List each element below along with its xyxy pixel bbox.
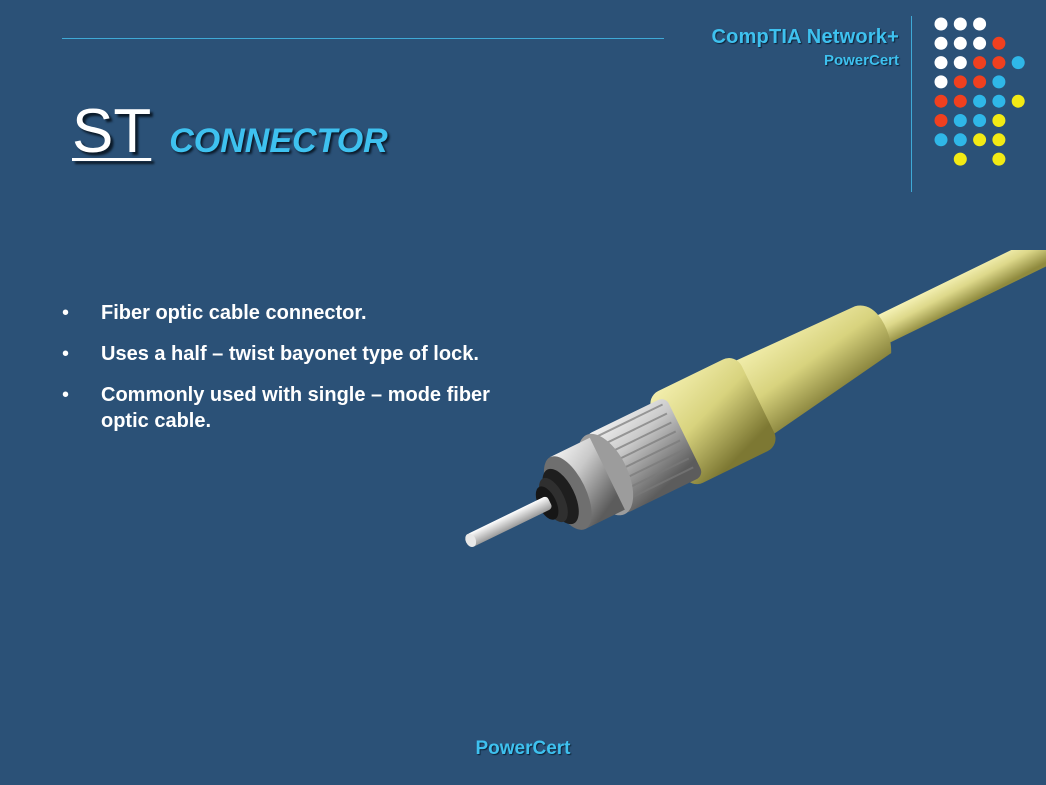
dot-yellow (992, 152, 1006, 166)
dot-white (934, 17, 948, 31)
dot-blue (992, 75, 1006, 89)
dot-red (973, 56, 987, 70)
header-divider (911, 16, 912, 192)
dot-white (973, 17, 987, 31)
title-sub: CONNECTOR (169, 122, 388, 160)
dot-blue (1011, 56, 1025, 70)
dot-white (973, 36, 987, 50)
dot-blue (973, 114, 987, 127)
dot-yellow (992, 133, 1006, 147)
dot-red (992, 56, 1006, 70)
dot-red (973, 75, 987, 89)
brand-subtitle: PowerCert (823, 52, 899, 69)
dot-white (934, 36, 948, 50)
dot-red (953, 75, 967, 89)
brand-title: CompTIA Network+ (711, 26, 899, 48)
title-main: ST (72, 97, 152, 166)
dot-red (934, 114, 948, 127)
dot-blue (934, 133, 948, 147)
dot-blue (992, 94, 1006, 108)
dot-white (953, 17, 967, 31)
dot-red (992, 36, 1006, 50)
slide-title: ST CONNECTOR (72, 96, 388, 167)
dot-yellow (953, 152, 967, 166)
st-connector-illustration (465, 250, 1046, 548)
dot-blue (953, 114, 967, 127)
dot-yellow (1011, 94, 1025, 108)
dot-white (953, 56, 967, 70)
dot-blue (973, 94, 987, 108)
dot-white (934, 56, 948, 70)
dot-blue (953, 133, 967, 147)
dot-red (953, 94, 967, 108)
footer-brand: PowerCert (475, 738, 571, 759)
dot-yellow (992, 114, 1006, 127)
dot-yellow (973, 133, 987, 147)
dot-white (934, 75, 948, 89)
dot-red (934, 94, 948, 108)
dot-white (953, 36, 967, 50)
header-rule (62, 38, 664, 39)
